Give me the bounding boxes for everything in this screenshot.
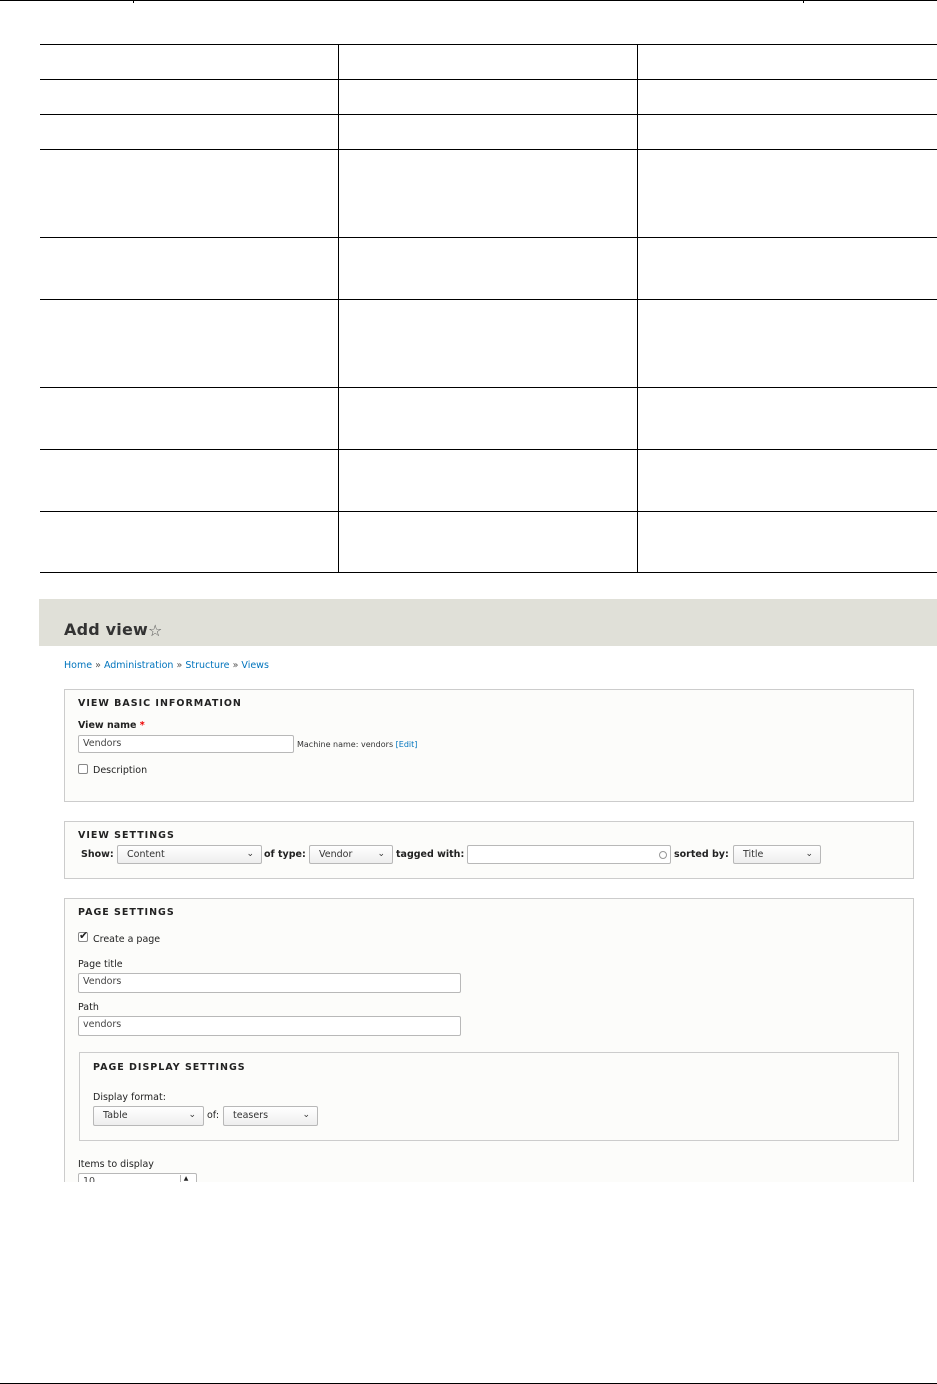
- view-name-label: View name *: [78, 720, 145, 731]
- required-marker: *: [139, 720, 145, 731]
- sorted-select[interactable]: Title ⌄: [733, 845, 821, 864]
- show-select-value: Content: [127, 849, 165, 860]
- items-to-display-value: 10: [83, 1176, 96, 1182]
- display-format-value: Table: [103, 1110, 128, 1121]
- page-title-label: Page title: [78, 959, 123, 970]
- type-label: of type:: [264, 849, 306, 860]
- breadcrumb: Home » Administration » Structure » View…: [64, 660, 269, 671]
- table-row: [40, 237, 937, 300]
- table-row: [40, 511, 937, 573]
- basic-info-fieldset: VIEW BASIC INFORMATION View name * Vendo…: [64, 689, 914, 802]
- table-row: [40, 149, 937, 238]
- description-label[interactable]: Description: [93, 765, 147, 776]
- breadcrumb-structure[interactable]: Structure: [185, 660, 229, 671]
- machine-name-edit-link[interactable]: [Edit]: [396, 740, 418, 749]
- page-display-fieldset: PAGE DISPLAY SETTINGS Display format: Ta…: [79, 1052, 899, 1141]
- breadcrumb-views[interactable]: Views: [241, 660, 269, 671]
- items-to-display-label: Items to display: [78, 1159, 154, 1170]
- chevron-down-icon: ⌄: [246, 849, 254, 859]
- chevron-down-icon: ⌄: [377, 849, 385, 859]
- of-label: of:: [207, 1110, 220, 1121]
- breadcrumb-separator: »: [176, 660, 183, 671]
- empty-table: [40, 44, 937, 573]
- path-input[interactable]: vendors: [78, 1016, 461, 1036]
- breadcrumb-administration[interactable]: Administration: [104, 660, 174, 671]
- autocomplete-icon: [659, 851, 667, 859]
- star-outline-icon[interactable]: ☆: [148, 621, 162, 640]
- page-header: Add view ☆: [39, 599, 937, 646]
- create-page-label[interactable]: Create a page: [93, 934, 160, 945]
- page-settings-fieldset: PAGE SETTINGS ✔ Create a page Page title…: [64, 898, 914, 1182]
- table-row: [40, 114, 937, 150]
- tagged-input[interactable]: [467, 845, 671, 864]
- show-select[interactable]: Content ⌄: [117, 845, 262, 864]
- of-select-value: teasers: [233, 1110, 269, 1121]
- create-page-checkbox[interactable]: ✔: [78, 929, 89, 942]
- display-format-select[interactable]: Table ⌄: [93, 1106, 204, 1126]
- sorted-label: sorted by:: [674, 849, 729, 860]
- type-select[interactable]: Vendor ⌄: [309, 845, 393, 864]
- page-title-input[interactable]: Vendors: [78, 973, 461, 993]
- breadcrumb-separator: »: [232, 660, 239, 671]
- chevron-down-icon: ⌄: [188, 1110, 196, 1120]
- tagged-label: tagged with:: [396, 849, 465, 860]
- table-row: [40, 299, 937, 388]
- add-view-screenshot: Add view ☆ Home » Administration » Struc…: [39, 599, 937, 1182]
- stepper-up-icon[interactable]: ▲: [180, 1175, 191, 1182]
- description-checkbox[interactable]: [78, 764, 88, 774]
- chevron-down-icon: ⌄: [805, 849, 813, 859]
- sorted-select-value: Title: [743, 849, 764, 860]
- top-page-rule: [0, 0, 937, 1]
- top-rule-tick: [803, 0, 804, 3]
- breadcrumb-separator: »: [95, 660, 101, 671]
- view-settings-legend: VIEW SETTINGS: [78, 830, 175, 841]
- table-row: [40, 79, 937, 115]
- machine-name: Machine name: vendors [Edit]: [297, 740, 417, 749]
- path-label: Path: [78, 1002, 99, 1013]
- checkmark-icon: ✔: [79, 929, 89, 942]
- page-settings-legend: PAGE SETTINGS: [78, 907, 175, 918]
- page-title: Add view: [64, 620, 149, 639]
- table-row: [40, 449, 937, 512]
- type-select-value: Vendor: [319, 849, 353, 860]
- view-name-label-text: View name: [78, 720, 137, 731]
- basic-info-legend: VIEW BASIC INFORMATION: [78, 698, 242, 709]
- table-row: [40, 44, 937, 80]
- of-select[interactable]: teasers ⌄: [223, 1106, 318, 1126]
- chevron-down-icon: ⌄: [302, 1110, 310, 1120]
- page-display-legend: PAGE DISPLAY SETTINGS: [93, 1062, 246, 1073]
- table-row: [40, 387, 937, 450]
- show-label: Show:: [81, 849, 114, 860]
- top-rule-tick: [133, 0, 134, 3]
- display-format-label: Display format:: [93, 1092, 166, 1103]
- view-name-input[interactable]: Vendors: [78, 735, 294, 753]
- breadcrumb-home[interactable]: Home: [64, 660, 92, 671]
- machine-name-text: Machine name: vendors: [297, 740, 394, 749]
- view-settings-fieldset: VIEW SETTINGS Show: Content ⌄ of type: V…: [64, 821, 914, 879]
